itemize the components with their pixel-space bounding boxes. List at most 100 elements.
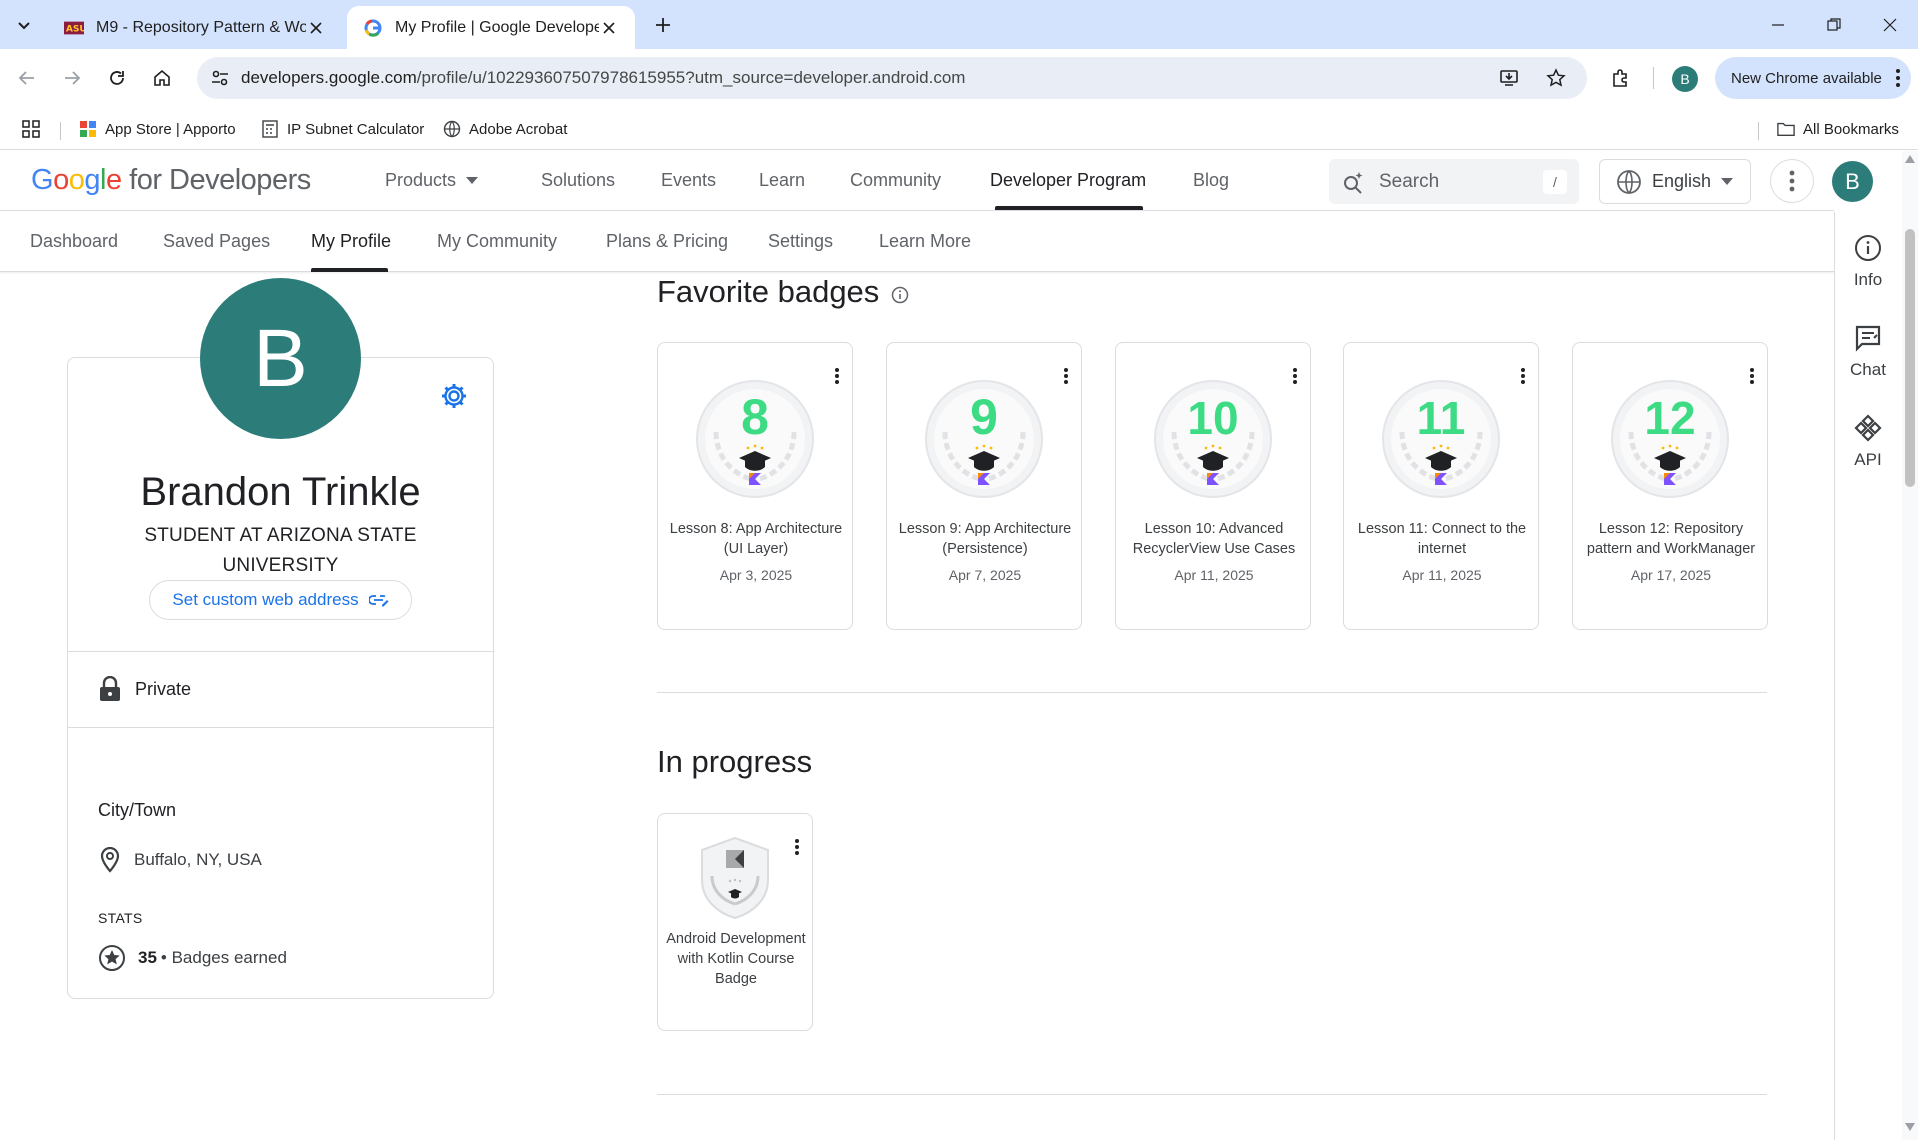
favorite-badge-card[interactable]: 9 Lesson 9: App Architecture (Persistence… bbox=[886, 342, 1082, 630]
back-button[interactable] bbox=[10, 61, 44, 95]
account-avatar[interactable]: B bbox=[1832, 161, 1873, 202]
subnav-saved-pages[interactable]: Saved Pages bbox=[163, 231, 270, 252]
close-icon[interactable] bbox=[306, 18, 326, 38]
folder-icon bbox=[1777, 120, 1795, 138]
install-icon bbox=[1500, 70, 1518, 86]
city-label: Buffalo, NY, USA bbox=[134, 850, 262, 869]
close-window-button[interactable] bbox=[1862, 0, 1918, 49]
more-vert-icon[interactable] bbox=[1520, 367, 1526, 385]
address-bar[interactable]: developers.google.com/profile/u/10229360… bbox=[197, 57, 1587, 99]
nav-events[interactable]: Events bbox=[661, 170, 716, 191]
subnav-dashboard[interactable]: Dashboard bbox=[30, 231, 118, 252]
forward-arrow-icon bbox=[65, 71, 81, 85]
subnav-my-profile[interactable]: My Profile bbox=[311, 231, 391, 252]
nav-products[interactable]: Products bbox=[385, 170, 479, 191]
more-vert-icon[interactable] bbox=[1063, 367, 1069, 385]
more-vert-icon[interactable] bbox=[834, 367, 840, 385]
badge-earned-date: Apr 17, 2025 bbox=[1630, 567, 1712, 583]
minimize-button[interactable] bbox=[1750, 0, 1806, 49]
city-value: Buffalo, NY, USA bbox=[100, 847, 262, 873]
rail-label: Chat bbox=[1850, 360, 1886, 379]
scroll-thumb[interactable] bbox=[1905, 229, 1915, 487]
nav-solutions[interactable]: Solutions bbox=[541, 170, 615, 191]
badges-count: 35 bbox=[138, 948, 157, 967]
bookmark-apporto[interactable]: App Store | Apporto bbox=[79, 116, 236, 142]
url-host: developers.google.com bbox=[241, 68, 417, 87]
badge-name: Lesson 8: App Architecture (UI Layer) bbox=[669, 521, 843, 557]
in-progress-badge-card[interactable]: Android Development with Kotlin Course B… bbox=[657, 813, 813, 1031]
update-label: New Chrome available bbox=[1731, 69, 1882, 87]
profile-settings-button[interactable] bbox=[440, 382, 468, 410]
subnav-learn-more[interactable]: Learn More bbox=[879, 231, 971, 252]
more-vert-icon[interactable] bbox=[794, 838, 800, 856]
site-more-menu[interactable] bbox=[1770, 159, 1814, 203]
home-button[interactable] bbox=[145, 61, 179, 95]
favorite-badge-card[interactable]: 8 Lesson 8: App Architecture (UI Layer) Ap… bbox=[657, 342, 853, 630]
new-chrome-available-button[interactable]: New Chrome available bbox=[1715, 57, 1911, 99]
nav-community[interactable]: Community bbox=[850, 170, 941, 191]
nav-developer-program[interactable]: Developer Program bbox=[990, 170, 1146, 191]
bookmarks-divider bbox=[1758, 122, 1759, 140]
favorite-badge-card[interactable]: 11 Lesson 11: Connect to the internet Apr … bbox=[1343, 342, 1539, 630]
site-search-input[interactable]: Search / bbox=[1329, 159, 1579, 204]
close-icon[interactable] bbox=[599, 18, 619, 38]
url-text[interactable]: developers.google.com/profile/u/10229360… bbox=[241, 68, 965, 88]
apps-grid-icon bbox=[22, 120, 40, 138]
svg-text:8: 8 bbox=[741, 389, 769, 445]
reload-icon bbox=[110, 71, 124, 85]
bookmark-adobe-acrobat[interactable]: Adobe Acrobat bbox=[443, 116, 567, 142]
asu-favicon-icon: ASU bbox=[64, 18, 84, 38]
back-arrow-icon bbox=[18, 71, 34, 85]
nav-learn[interactable]: Learn bbox=[759, 170, 805, 191]
chrome-profile-avatar[interactable]: B bbox=[1672, 66, 1698, 92]
link-edit-icon bbox=[368, 593, 389, 607]
forward-button[interactable] bbox=[55, 61, 89, 95]
tab-search-button[interactable] bbox=[8, 9, 40, 41]
restore-button[interactable] bbox=[1806, 0, 1862, 49]
nav-label: Products bbox=[385, 170, 457, 190]
toolbar-divider bbox=[1653, 67, 1654, 89]
tab-my-profile[interactable]: My Profile | Google Developer F bbox=[347, 6, 635, 49]
tab-title: My Profile | Google Developer F bbox=[395, 18, 599, 36]
set-custom-web-address-button[interactable]: Set custom web address bbox=[149, 580, 412, 620]
subnav-plans-pricing[interactable]: Plans & Pricing bbox=[606, 231, 728, 252]
badge-earned-date: Apr 11, 2025 bbox=[1174, 567, 1254, 583]
rail-chat-button[interactable]: Chat bbox=[1835, 324, 1901, 380]
google-for-developers-logo[interactable]: Google for Developers bbox=[31, 164, 311, 197]
nav-blog[interactable]: Blog bbox=[1193, 170, 1229, 191]
info-icon bbox=[891, 286, 909, 304]
favorite-badge-card[interactable]: 10 Lesson 10: Advanced RecyclerView Use C… bbox=[1115, 342, 1311, 630]
page-scrollbar[interactable] bbox=[1902, 151, 1918, 1140]
rail-api-button[interactable]: API bbox=[1835, 414, 1901, 470]
city-heading: City/Town bbox=[98, 800, 177, 820]
subnav-my-community[interactable]: My Community bbox=[437, 231, 557, 252]
badge-earned-date: Apr 7, 2025 bbox=[948, 567, 1022, 583]
scroll-down-icon bbox=[1905, 1123, 1915, 1131]
bookmark-star-button[interactable] bbox=[1541, 63, 1571, 93]
badge-earned-date: Apr 3, 2025 bbox=[719, 567, 793, 583]
more-vert-icon[interactable] bbox=[1292, 367, 1298, 385]
favorite-badges-info-button[interactable] bbox=[891, 286, 909, 304]
apps-button[interactable] bbox=[21, 116, 41, 142]
new-tab-button[interactable] bbox=[648, 10, 678, 40]
subnav-settings[interactable]: Settings bbox=[768, 231, 833, 252]
more-vert-icon[interactable] bbox=[1749, 367, 1755, 385]
restore-icon bbox=[1827, 17, 1841, 31]
star-badge-icon bbox=[98, 944, 126, 972]
bookmark-ip-subnet[interactable]: IP Subnet Calculator bbox=[261, 116, 424, 142]
bookmarks-bar: App Store | Apporto IP Subnet Calculator… bbox=[0, 108, 1918, 150]
rail-info-button[interactable]: Info bbox=[1835, 234, 1901, 290]
install-app-button[interactable] bbox=[1494, 63, 1524, 93]
reload-button[interactable] bbox=[100, 61, 134, 95]
divider bbox=[68, 651, 493, 652]
tab-m9-repository[interactable]: ASU M9 - Repository Pattern & Wor bbox=[48, 6, 342, 49]
all-bookmarks-button[interactable]: All Bookmarks bbox=[1777, 116, 1899, 142]
profile-title: STUDENT AT ARIZONA STATE UNIVERSITY bbox=[144, 525, 417, 576]
extensions-button[interactable] bbox=[1603, 61, 1637, 95]
badge-earned-date: Apr 11, 2025 bbox=[1402, 567, 1482, 583]
favorite-badge-card[interactable]: 12 Lesson 12: Repository pattern and Work… bbox=[1572, 342, 1768, 630]
active-nav-indicator bbox=[995, 206, 1143, 210]
site-info-button[interactable] bbox=[205, 63, 235, 93]
globe-icon bbox=[1616, 169, 1642, 195]
language-selector[interactable]: English bbox=[1599, 159, 1751, 204]
